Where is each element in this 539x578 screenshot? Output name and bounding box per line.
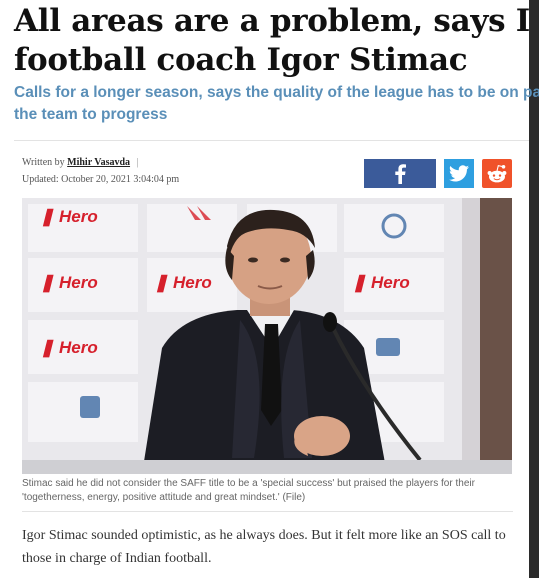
facebook-share-button[interactable] bbox=[364, 159, 436, 188]
reddit-icon bbox=[487, 164, 507, 182]
byline-prefix: Written by bbox=[22, 157, 65, 168]
byline-separator: | bbox=[136, 157, 139, 168]
svg-text:❚ Hero: ❚ Hero bbox=[40, 273, 98, 293]
svg-text:❚ Hero: ❚ Hero bbox=[40, 338, 98, 358]
svg-text:❚ Hero: ❚ Hero bbox=[40, 207, 98, 227]
header-divider bbox=[14, 140, 529, 141]
subhead-line-2: the team to progress bbox=[14, 106, 168, 123]
caption-divider bbox=[22, 511, 513, 512]
article-body-paragraph: Igor Stimac sounded optimistic, as he al… bbox=[22, 528, 506, 566]
updated-timestamp: Updated: October 20, 2021 3:04:04 pm bbox=[22, 174, 180, 185]
svg-text:❚ Hero: ❚ Hero bbox=[352, 273, 410, 293]
byline: Written by Mihir Vasavda | Updated: Octo… bbox=[22, 154, 179, 188]
subhead-line-1: Calls for a longer season, says the qual… bbox=[14, 84, 539, 101]
twitter-share-button[interactable] bbox=[444, 159, 474, 188]
photo-caption: Stimac said he did not consider the SAFF… bbox=[22, 478, 475, 503]
author-link[interactable]: Mihir Vasavda bbox=[67, 157, 130, 168]
facebook-icon bbox=[395, 163, 406, 184]
reddit-share-button[interactable] bbox=[482, 159, 512, 188]
svg-text:❚ Hero: ❚ Hero bbox=[154, 273, 212, 293]
article-subhead: Calls for a longer season, says the qual… bbox=[14, 82, 539, 126]
press-conference-image: ❚ Hero ❚ Hero ❚ Hero ❚ Hero ❚ Hero bbox=[22, 198, 512, 474]
article-photo: ❚ Hero ❚ Hero ❚ Hero ❚ Hero ❚ Hero bbox=[22, 198, 512, 474]
headline-line-2: football coach Igor Stimac bbox=[14, 42, 468, 78]
article-headline: All areas are a problem, says I football… bbox=[14, 2, 539, 80]
headline-line-1: All areas are a problem, says I bbox=[14, 3, 530, 39]
twitter-icon bbox=[449, 165, 469, 182]
